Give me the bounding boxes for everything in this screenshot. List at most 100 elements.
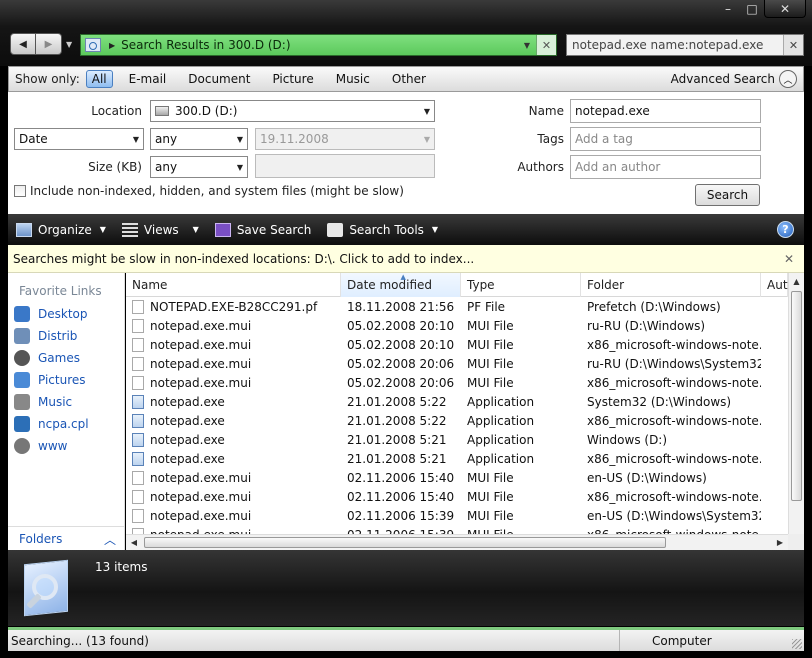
file-folder-cell[interactable]: System32 (D:\Windows) (581, 392, 761, 411)
file-row[interactable]: notepad.exe 21.01.2008 5:21 Application Win… (126, 430, 788, 449)
favorite-link-label[interactable]: ncpa.cpl (38, 417, 89, 431)
filter-document[interactable]: Document (182, 70, 256, 88)
chevron-down-icon[interactable]: ▼ (100, 225, 106, 234)
file-name-cell-text[interactable]: notepad.exe (150, 452, 225, 466)
file-date-cell-text[interactable]: 21.01.2008 5:21 (347, 452, 446, 466)
horizontal-scroll-thumb[interactable] (144, 537, 666, 548)
chevron-down-icon[interactable]: ▼ (193, 225, 199, 234)
favorite-link-music[interactable]: Music (14, 394, 72, 410)
file-date-cell-text[interactable]: 18.11.2008 21:56 (347, 300, 454, 314)
file-date-cell-text[interactable]: 02.11.2006 15:40 (347, 490, 454, 504)
file-type-cell-text[interactable]: MUI File (467, 490, 514, 504)
column-header-date-modified[interactable]: Date modified ▲ (341, 273, 461, 297)
chevron-down-icon[interactable]: ▼ (432, 225, 438, 234)
close-icon[interactable]: ✕ (784, 252, 794, 266)
chevron-up-icon[interactable]: ︿ (104, 531, 116, 548)
file-folder-cell-text[interactable]: ru-RU (D:\Windows) (587, 319, 705, 333)
date-field-dropdown[interactable]: Date ▼ (14, 128, 144, 150)
file-folder-cell-text[interactable]: x86_microsoft-windows-note... (587, 376, 761, 390)
advanced-search-toggle[interactable]: Advanced Search ︿ (671, 70, 797, 88)
back-button[interactable]: ◀ (10, 33, 36, 55)
file-row[interactable]: notepad.exe.mui 02.11.2006 15:40 MUI File e… (126, 468, 788, 487)
search-clear-button[interactable]: ✕ (783, 35, 803, 55)
close-button[interactable]: ✕ (764, 0, 806, 18)
file-date-cell[interactable]: 18.11.2008 21:56 (341, 297, 461, 316)
file-name-cell-text[interactable]: NOTEPAD.EXE-B28CC291.pf (150, 300, 317, 314)
file-folder-cell[interactable]: x86_microsoft-windows-note... (581, 449, 761, 468)
minimize-button[interactable]: – (716, 0, 740, 18)
address-clear-button[interactable]: ✕ (536, 35, 556, 55)
file-name-cell-text[interactable]: notepad.exe.mui (150, 376, 251, 390)
favorite-link-label[interactable]: Pictures (38, 373, 86, 387)
file-date-cell[interactable]: 02.11.2006 15:40 (341, 487, 461, 506)
file-row[interactable]: notepad.exe 21.01.2008 5:21 Application x86… (126, 449, 788, 468)
file-date-cell-text[interactable]: 05.02.2008 20:10 (347, 319, 454, 333)
file-row[interactable]: notepad.exe.mui 05.02.2008 20:06 MUI File r… (126, 354, 788, 373)
file-row[interactable]: notepad.exe.mui 05.02.2008 20:10 MUI File r… (126, 316, 788, 335)
file-name-cell[interactable]: notepad.exe (126, 392, 341, 411)
organize-label[interactable]: Organize (38, 223, 92, 237)
file-type-cell[interactable]: MUI File (461, 335, 581, 354)
favorite-link-label[interactable]: Desktop (38, 307, 88, 321)
favorite-link-distrib[interactable]: Distrib (14, 328, 77, 344)
column-header-authors[interactable]: Aut (761, 273, 788, 297)
file-folder-cell-text[interactable]: x86_microsoft-windows-note... (587, 452, 761, 466)
favorite-link-games[interactable]: Games (14, 350, 80, 366)
file-date-cell[interactable]: 02.11.2006 15:40 (341, 468, 461, 487)
file-date-cell[interactable]: 21.01.2008 5:22 (341, 392, 461, 411)
file-date-cell[interactable]: 21.01.2008 5:21 (341, 449, 461, 468)
checkbox-box[interactable] (14, 185, 26, 197)
forward-button[interactable]: ▶ (36, 33, 62, 55)
file-name-cell[interactable]: notepad.exe.mui (126, 506, 341, 525)
file-type-cell[interactable]: Application (461, 430, 581, 449)
file-name-cell[interactable]: notepad.exe.mui (126, 468, 341, 487)
file-folder-cell[interactable]: Windows (D:) (581, 430, 761, 449)
favorite-link-label[interactable]: www (38, 439, 67, 453)
file-date-cell-text[interactable]: 05.02.2008 20:06 (347, 376, 454, 390)
recent-pages-dropdown[interactable]: ▼ (66, 40, 72, 49)
name-field[interactable]: notepad.exe (570, 99, 761, 123)
filter-other[interactable]: Other (386, 70, 432, 88)
horizontal-scrollbar[interactable]: ◀ ▶ (126, 534, 788, 550)
views-label[interactable]: Views (144, 223, 179, 237)
resize-grip-icon[interactable] (792, 639, 802, 649)
file-name-cell[interactable]: notepad.exe.mui (126, 316, 341, 335)
help-icon[interactable]: ? (777, 221, 794, 238)
file-folder-cell[interactable]: x86_microsoft-windows-note... (581, 335, 761, 354)
favorite-link-desktop[interactable]: Desktop (14, 306, 88, 322)
search-tools-menu[interactable]: Search Tools ▼ (327, 222, 438, 237)
file-name-cell-text[interactable]: notepad.exe.mui (150, 509, 251, 523)
file-folder-cell[interactable]: ru-RU (D:\Windows) (581, 316, 761, 335)
file-folder-cell[interactable]: x86_microsoft-windows-note... (581, 411, 761, 430)
file-folder-cell[interactable]: ru-RU (D:\Windows\System32) (581, 354, 761, 373)
column-header-folder[interactable]: Folder (581, 273, 761, 297)
scroll-right-icon[interactable]: ▶ (772, 535, 788, 550)
size-operator-dropdown[interactable]: any ▼ (150, 156, 248, 178)
favorite-link-ncpa[interactable]: ncpa.cpl (14, 416, 89, 432)
file-folder-cell-text[interactable]: Prefetch (D:\Windows) (587, 300, 721, 314)
authors-field[interactable]: Add an author (570, 155, 761, 179)
file-row[interactable]: notepad.exe.mui 02.11.2006 15:40 MUI File x… (126, 487, 788, 506)
file-folder-cell-text[interactable]: x86_microsoft-windows-note... (587, 338, 761, 352)
file-name-cell-text[interactable]: notepad.exe.mui (150, 471, 251, 485)
file-type-cell[interactable]: Application (461, 449, 581, 468)
file-type-cell[interactable]: Application (461, 392, 581, 411)
vertical-scroll-thumb[interactable] (791, 291, 802, 501)
file-row[interactable]: notepad.exe.mui 05.02.2008 20:10 MUI File x… (126, 335, 788, 354)
file-date-cell-text[interactable]: 21.01.2008 5:22 (347, 395, 446, 409)
file-name-cell[interactable]: notepad.exe.mui (126, 487, 341, 506)
file-date-cell-text[interactable]: 21.01.2008 5:21 (347, 433, 446, 447)
search-button[interactable]: Search (695, 184, 760, 206)
file-folder-cell-text[interactable]: x86_microsoft-windows-note... (587, 414, 761, 428)
file-folder-cell-text[interactable]: ru-RU (D:\Windows\System32) (587, 357, 761, 371)
file-name-cell-text[interactable]: notepad.exe (150, 433, 225, 447)
file-date-cell[interactable]: 05.02.2008 20:06 (341, 373, 461, 392)
file-folder-cell-text[interactable]: en-US (D:\Windows) (587, 471, 707, 485)
index-info-bar[interactable]: Searches might be slow in non-indexed lo… (8, 245, 804, 273)
folders-toggle[interactable]: Folders ︿ (8, 526, 124, 550)
file-name-cell[interactable]: notepad.exe.mui (126, 373, 341, 392)
file-type-cell[interactable]: MUI File (461, 468, 581, 487)
file-type-cell-text[interactable]: Application (467, 452, 534, 466)
include-non-indexed-checkbox[interactable]: Include non-indexed, hidden, and system … (14, 184, 404, 198)
scroll-left-icon[interactable]: ◀ (126, 535, 142, 550)
